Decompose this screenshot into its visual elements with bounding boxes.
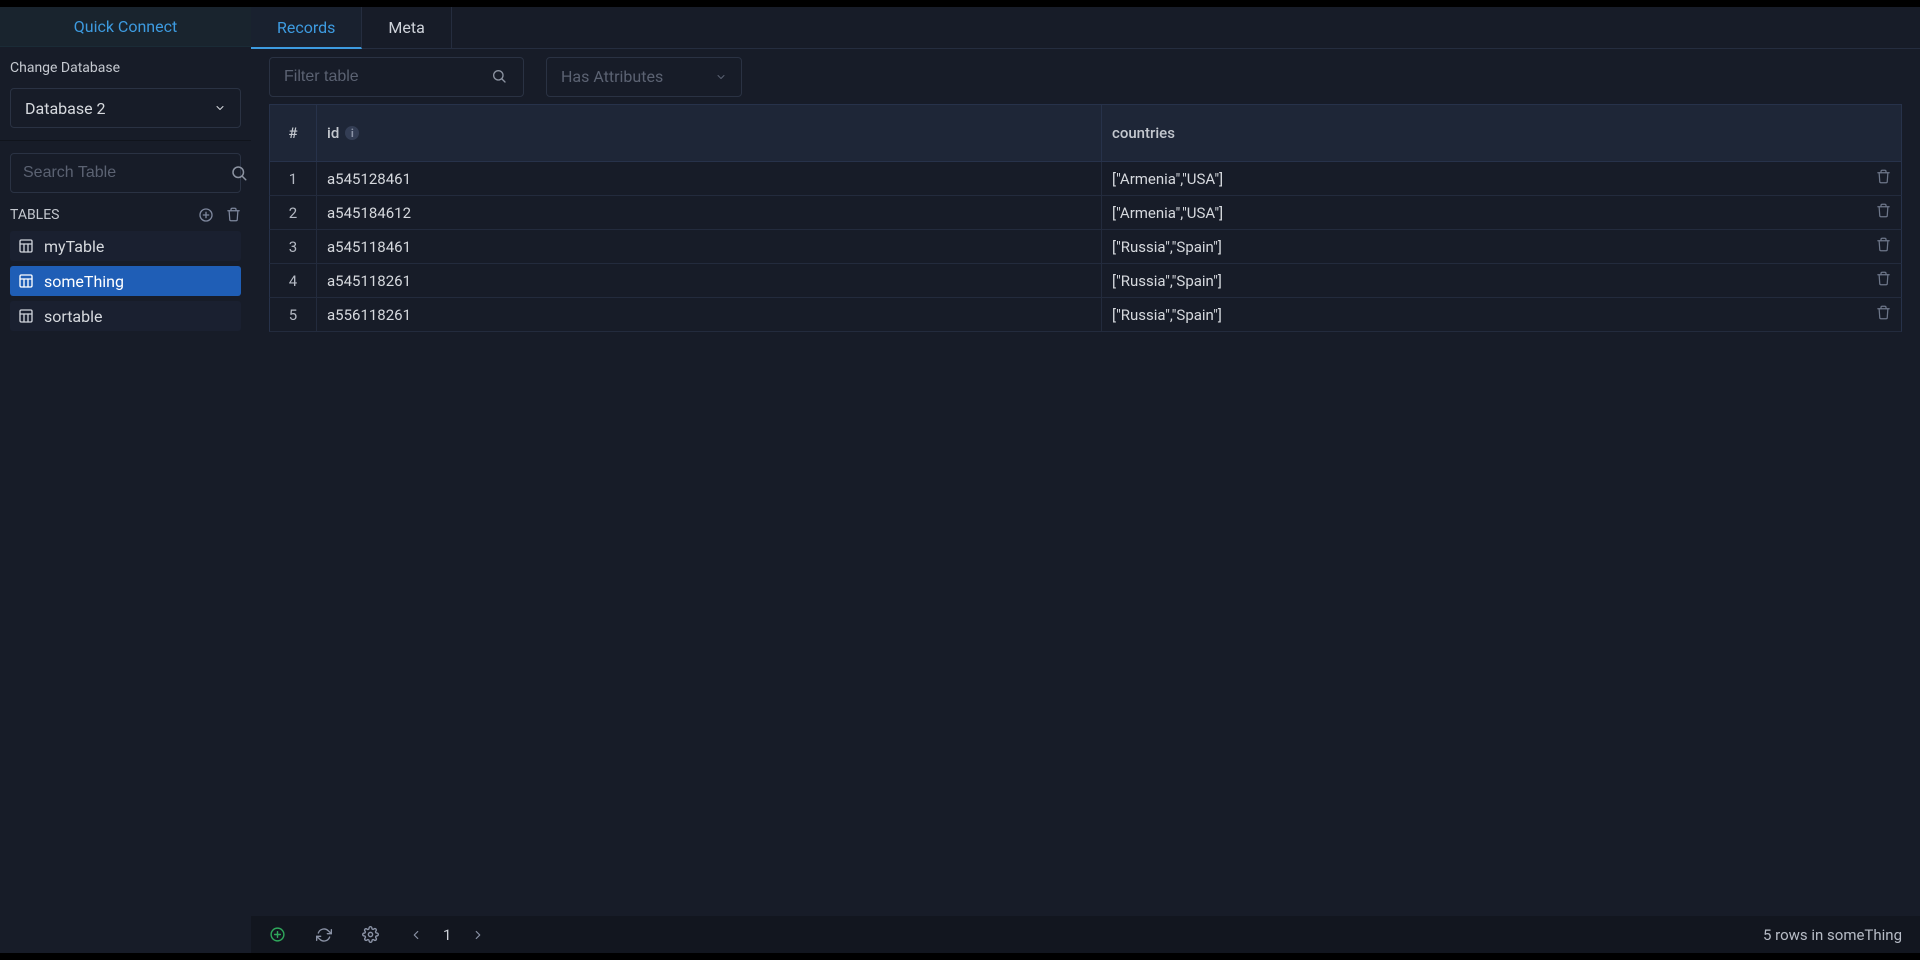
column-header-id-label: id [327, 124, 339, 142]
row-number-cell: 3 [269, 230, 317, 264]
column-header-actions [1862, 104, 1902, 162]
filter-table-input[interactable] [284, 68, 491, 86]
change-database-label: Change Database [0, 47, 251, 84]
row-delete-cell [1862, 196, 1902, 230]
next-page-icon[interactable] [471, 928, 485, 942]
add-table-icon[interactable] [198, 207, 214, 223]
row-delete-cell [1862, 264, 1902, 298]
search-table-input[interactable] [23, 164, 230, 182]
delete-row-icon[interactable] [1876, 203, 1891, 218]
countries-cell[interactable]: ["Russia","Spain"] [1102, 230, 1862, 264]
row-delete-cell [1862, 230, 1902, 264]
delete-row-icon[interactable] [1876, 169, 1891, 184]
column-header-id[interactable]: id i [317, 104, 1102, 162]
quick-connect-button[interactable]: Quick Connect [0, 7, 251, 47]
sidebar: Quick Connect Change Database Database 2… [0, 7, 251, 953]
table-container: # id i countries 1 a545128461 ["Armenia"… [251, 104, 1920, 916]
table-row[interactable]: 5 a556118261 ["Russia","Spain"] [269, 298, 1902, 332]
footer: 1 5 rows in someThing [251, 916, 1920, 953]
table-icon [18, 308, 34, 324]
countries-cell[interactable]: ["Russia","Spain"] [1102, 298, 1862, 332]
refresh-icon[interactable] [316, 927, 332, 943]
tab-meta[interactable]: Meta [362, 7, 451, 48]
column-header-countries[interactable]: countries [1102, 104, 1862, 162]
sidebar-table-item[interactable]: sortable [10, 301, 241, 331]
chevron-down-icon [715, 71, 727, 83]
table-row[interactable]: 1 a545128461 ["Armenia","USA"] [269, 162, 1902, 196]
table-item-label: myTable [44, 237, 104, 256]
tables-section-label: TABLES [10, 207, 59, 223]
row-number-cell: 1 [269, 162, 317, 196]
has-attributes-select[interactable]: Has Attributes [546, 57, 742, 97]
table-row[interactable]: 2 a545184612 ["Armenia","USA"] [269, 196, 1902, 230]
prev-page-icon[interactable] [409, 928, 423, 942]
row-delete-cell [1862, 298, 1902, 332]
settings-icon[interactable] [362, 926, 379, 943]
row-number-cell: 5 [269, 298, 317, 332]
search-icon [491, 68, 509, 86]
delete-table-icon[interactable] [226, 207, 241, 223]
pager: 1 [409, 926, 485, 944]
sidebar-table-item[interactable]: someThing [10, 266, 241, 296]
id-cell[interactable]: a545128461 [317, 162, 1102, 196]
table-item-label: someThing [44, 272, 124, 291]
id-cell[interactable]: a556118261 [317, 298, 1102, 332]
chevron-down-icon [214, 102, 226, 114]
row-delete-cell [1862, 162, 1902, 196]
delete-row-icon[interactable] [1876, 271, 1891, 286]
search-table-box[interactable] [10, 153, 241, 193]
filter-table-box[interactable] [269, 57, 524, 97]
id-cell[interactable]: a545184612 [317, 196, 1102, 230]
countries-cell[interactable]: ["Armenia","USA"] [1102, 162, 1862, 196]
toolbar: Has Attributes [251, 49, 1920, 104]
row-count-status: 5 rows in someThing [1763, 926, 1902, 944]
add-row-icon[interactable] [269, 926, 286, 943]
table-icon [18, 273, 34, 289]
id-cell[interactable]: a545118461 [317, 230, 1102, 264]
divider [0, 140, 251, 141]
id-cell[interactable]: a545118261 [317, 264, 1102, 298]
column-header-row-num[interactable]: # [269, 104, 317, 162]
table-item-label: sortable [44, 307, 103, 326]
data-table: # id i countries 1 a545128461 ["Armenia"… [269, 104, 1902, 332]
search-icon [230, 164, 248, 182]
tabs: RecordsMeta [251, 7, 1920, 49]
tab-records[interactable]: Records [251, 7, 362, 49]
sidebar-table-item[interactable]: myTable [10, 231, 241, 261]
table-row[interactable]: 3 a545118461 ["Russia","Spain"] [269, 230, 1902, 264]
delete-row-icon[interactable] [1876, 305, 1891, 320]
page-number: 1 [443, 926, 451, 944]
table-icon [18, 238, 34, 254]
database-select[interactable]: Database 2 [10, 88, 241, 128]
row-number-cell: 2 [269, 196, 317, 230]
has-attributes-label: Has Attributes [561, 67, 663, 86]
countries-cell[interactable]: ["Russia","Spain"] [1102, 264, 1862, 298]
countries-cell[interactable]: ["Armenia","USA"] [1102, 196, 1862, 230]
delete-row-icon[interactable] [1876, 237, 1891, 252]
info-icon[interactable]: i [345, 126, 359, 140]
database-select-value: Database 2 [25, 99, 106, 118]
row-number-cell: 4 [269, 264, 317, 298]
table-row[interactable]: 4 a545118261 ["Russia","Spain"] [269, 264, 1902, 298]
main: RecordsMeta Has Attributes # [251, 7, 1920, 953]
table-list: myTable someThing sortable [0, 231, 251, 331]
